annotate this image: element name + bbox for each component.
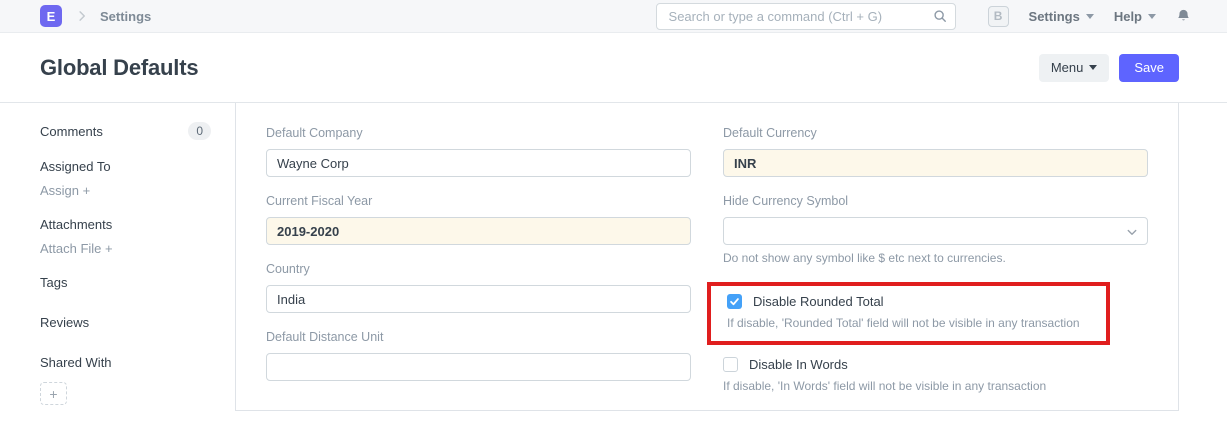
field-disable-in-words: Disable In Words If disable, 'In Words' … [723, 357, 1148, 394]
default-currency-input[interactable] [723, 149, 1148, 177]
settings-dropdown[interactable]: Settings [1029, 9, 1094, 24]
hide-currency-symbol-help: Do not show any symbol like $ etc next t… [723, 251, 1148, 266]
global-search [656, 3, 956, 30]
form-column-left: Default Company Current Fiscal Year Coun… [266, 125, 691, 397]
disable-in-words-row[interactable]: Disable In Words [723, 357, 1148, 372]
chevron-down-icon [1089, 65, 1097, 70]
default-company-label: Default Company [266, 125, 691, 142]
user-avatar-letter: B [994, 9, 1003, 23]
content: Comments 0 Assigned To Assign + Attachme… [0, 103, 1227, 411]
disable-rounded-total-row[interactable]: Disable Rounded Total [727, 294, 1094, 309]
sidebar-item-assigned-to: Assigned To [40, 159, 211, 174]
sidebar-item-reviews[interactable]: Reviews [40, 315, 211, 330]
sidebar-item-shared-with: Shared With [40, 355, 211, 370]
disable-rounded-total-label: Disable Rounded Total [753, 294, 884, 309]
hide-currency-symbol-select[interactable] [723, 217, 1148, 245]
search-icon[interactable] [933, 9, 947, 28]
page-head: Global Defaults Menu Save [0, 33, 1227, 103]
field-hide-currency-symbol: Hide Currency Symbol Do not show any sym… [723, 193, 1148, 266]
navbar: E Settings B Settings Help [0, 0, 1227, 33]
chevron-down-icon [1086, 14, 1094, 19]
sidebar-item-tags[interactable]: Tags [40, 275, 211, 290]
form-columns: Default Company Current Fiscal Year Coun… [236, 103, 1178, 419]
default-currency-label: Default Currency [723, 125, 1148, 142]
form-sidebar: Comments 0 Assigned To Assign + Attachme… [0, 103, 235, 411]
field-current-fiscal-year: Current Fiscal Year [266, 193, 691, 245]
menu-button[interactable]: Menu [1039, 54, 1110, 82]
field-default-currency: Default Currency [723, 125, 1148, 177]
save-button-label: Save [1134, 60, 1164, 75]
sidebar-item-comments[interactable]: Comments 0 [40, 122, 211, 140]
default-company-input[interactable] [266, 149, 691, 177]
disable-in-words-label: Disable In Words [749, 357, 848, 372]
highlight-box: Disable Rounded Total If disable, 'Round… [707, 282, 1110, 345]
comments-count-badge: 0 [188, 122, 211, 140]
help-dropdown-label: Help [1114, 9, 1142, 24]
page-actions: Menu Save [1039, 54, 1179, 82]
navbar-right: B Settings Help [988, 6, 1191, 27]
disable-rounded-total-checkbox[interactable] [727, 294, 742, 309]
search-input[interactable] [656, 3, 956, 30]
country-label: Country [266, 261, 691, 278]
chevron-down-icon [1148, 14, 1156, 19]
field-default-distance-unit: Default Distance Unit [266, 329, 691, 381]
help-dropdown[interactable]: Help [1114, 9, 1156, 24]
hide-currency-symbol-label: Hide Currency Symbol [723, 193, 1148, 210]
user-avatar[interactable]: B [988, 6, 1009, 27]
disable-rounded-total-help: If disable, 'Rounded Total' field will n… [727, 316, 1094, 331]
assign-action[interactable]: Assign + [40, 183, 211, 198]
form-column-right: Default Currency Hide Currency Symbol Do… [723, 125, 1148, 397]
current-fiscal-year-input[interactable] [266, 217, 691, 245]
sidebar-item-attachments: Attachments [40, 217, 211, 232]
page-title: Global Defaults [40, 55, 198, 81]
field-country: Country [266, 261, 691, 313]
form-card: Default Company Current Fiscal Year Coun… [235, 103, 1179, 411]
share-add-button[interactable]: + [40, 382, 67, 405]
current-fiscal-year-label: Current Fiscal Year [266, 193, 691, 210]
settings-dropdown-label: Settings [1029, 9, 1080, 24]
disable-in-words-help: If disable, 'In Words' field will not be… [723, 379, 1148, 394]
default-distance-unit-label: Default Distance Unit [266, 329, 691, 346]
save-button[interactable]: Save [1119, 54, 1179, 82]
breadcrumb-chevron-icon [76, 10, 88, 22]
field-default-company: Default Company [266, 125, 691, 177]
disable-in-words-checkbox[interactable] [723, 357, 738, 372]
comments-label: Comments [40, 124, 103, 139]
country-input[interactable] [266, 285, 691, 313]
hide-currency-symbol-value[interactable] [723, 217, 1148, 245]
breadcrumb[interactable]: Settings [100, 9, 151, 24]
attach-file-action[interactable]: Attach File + [40, 241, 211, 256]
notifications-bell-icon[interactable] [1176, 8, 1191, 24]
default-distance-unit-input[interactable] [266, 353, 691, 381]
app-logo-letter: E [47, 9, 56, 24]
menu-button-label: Menu [1051, 60, 1084, 75]
app-logo[interactable]: E [40, 5, 62, 27]
